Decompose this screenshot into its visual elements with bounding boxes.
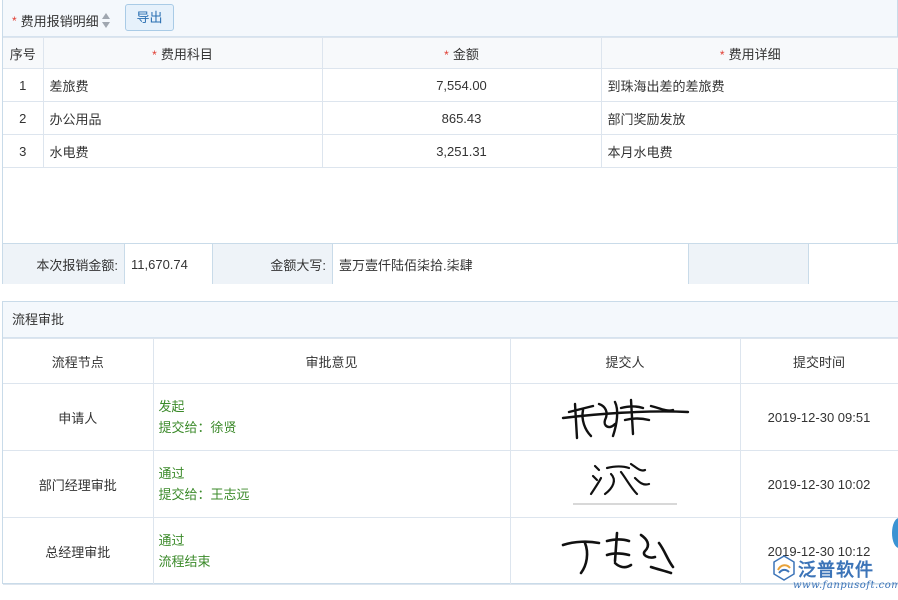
signature-image — [555, 390, 695, 444]
table-row: 总经理审批 通过 流程结束 — [3, 518, 898, 585]
workflow-opinion: 发起 提交给：徐贤 — [153, 384, 510, 451]
workflow-opinion: 通过 提交给：王志远 — [153, 451, 510, 518]
row-item[interactable]: 办公用品 — [43, 102, 322, 135]
row-detail[interactable]: 本月水电费 — [601, 135, 898, 168]
total-label: 本次报销金额: — [3, 244, 125, 284]
export-button[interactable]: 导出 — [125, 4, 174, 31]
signature-cell — [510, 384, 740, 451]
table-row[interactable]: 1 差旅费 7,554.00 到珠海出差的差旅费 — [3, 69, 898, 102]
workflow-table: 流程节点 审批意见 提交人 提交时间 申请人 发起 提交给：徐贤 — [3, 338, 898, 585]
uppercase-value: 壹万壹仟陆佰柒拾.柒肆 — [333, 244, 689, 284]
expense-title-group: * 费用报销明细 — [12, 11, 111, 30]
col-header-index: 序号 — [3, 38, 43, 69]
row-amount[interactable]: 865.43 — [322, 102, 601, 135]
col-header-time: 提交时间 — [740, 339, 898, 384]
workflow-time: 2019-12-30 09:51 — [740, 384, 898, 451]
col-header-opinion: 审批意见 — [153, 339, 510, 384]
brand-url: www.fanpusoft.com — [793, 580, 898, 591]
workflow-panel: 流程审批 流程节点 审批意见 提交人 提交时间 申请人 发起 提交给：徐贤 — [2, 301, 898, 584]
row-index: 2 — [3, 102, 43, 135]
col-header-submitter: 提交人 — [510, 339, 740, 384]
signature-image — [565, 454, 685, 514]
workflow-table-header: 流程节点 审批意见 提交人 提交时间 — [3, 339, 898, 384]
table-row: 部门经理审批 通过 提交给：王志远 — [3, 451, 898, 518]
workflow-time: 2019-12-30 10:02 — [740, 451, 898, 518]
opinion-status: 通过 — [159, 530, 510, 551]
required-mark: * — [12, 14, 17, 28]
col-header-amount: *金额 — [322, 38, 601, 69]
expense-panel: * 费用报销明细 导出 序号 *费用科目 *金额 *费用详细 1 差旅费 7,5… — [2, 0, 898, 284]
expense-table-header: 序号 *费用科目 *金额 *费用详细 — [3, 38, 898, 69]
signature-image — [555, 523, 695, 579]
table-row[interactable]: 3 水电费 3,251.31 本月水电费 — [3, 135, 898, 168]
brand-watermark: 泛普软件 www.fanpusoft.com — [772, 553, 898, 600]
expense-table: 序号 *费用科目 *金额 *费用详细 1 差旅费 7,554.00 到珠海出差的… — [3, 37, 898, 168]
total-value: 11,670.74 — [125, 244, 213, 284]
workflow-node: 部门经理审批 — [3, 451, 153, 518]
row-detail[interactable]: 到珠海出差的差旅费 — [601, 69, 898, 102]
workflow-node: 申请人 — [3, 384, 153, 451]
opinion-submit-to: 流程结束 — [159, 551, 510, 572]
row-detail[interactable]: 部门奖励发放 — [601, 102, 898, 135]
row-item[interactable]: 差旅费 — [43, 69, 322, 102]
signature-cell — [510, 451, 740, 518]
opinion-submit-to: 提交给：徐贤 — [159, 417, 510, 438]
workflow-opinion: 通过 流程结束 — [153, 518, 510, 585]
brand-logo-icon — [772, 555, 796, 581]
signature-cell — [510, 518, 740, 585]
row-item[interactable]: 水电费 — [43, 135, 322, 168]
workflow-node: 总经理审批 — [3, 518, 153, 585]
opinion-status: 通过 — [159, 463, 510, 484]
opinion-status: 发起 — [159, 396, 510, 417]
summary-blank-label — [689, 244, 809, 284]
expense-summary-row: 本次报销金额: 11,670.74 金额大写: 壹万壹仟陆佰柒拾.柒肆 — [3, 243, 898, 284]
col-header-node: 流程节点 — [3, 339, 153, 384]
table-row[interactable]: 2 办公用品 865.43 部门奖励发放 — [3, 102, 898, 135]
table-row: 申请人 发起 提交给：徐贤 — [3, 384, 898, 451]
uppercase-label: 金额大写: — [213, 244, 333, 284]
opinion-submit-to: 提交给：王志远 — [159, 484, 510, 505]
workflow-title: 流程审批 — [3, 302, 898, 338]
col-header-item: *费用科目 — [43, 38, 322, 69]
brand-name: 泛普软件 — [798, 556, 874, 582]
expense-title: 费用报销明细 — [21, 11, 99, 30]
expense-panel-header: * 费用报销明细 导出 — [3, 0, 897, 37]
row-index: 1 — [3, 69, 43, 102]
summary-blank-value — [809, 244, 898, 284]
col-header-detail: *费用详细 — [601, 38, 898, 69]
row-index: 3 — [3, 135, 43, 168]
sort-icon[interactable] — [102, 13, 111, 28]
row-amount[interactable]: 3,251.31 — [322, 135, 601, 168]
row-amount[interactable]: 7,554.00 — [322, 69, 601, 102]
